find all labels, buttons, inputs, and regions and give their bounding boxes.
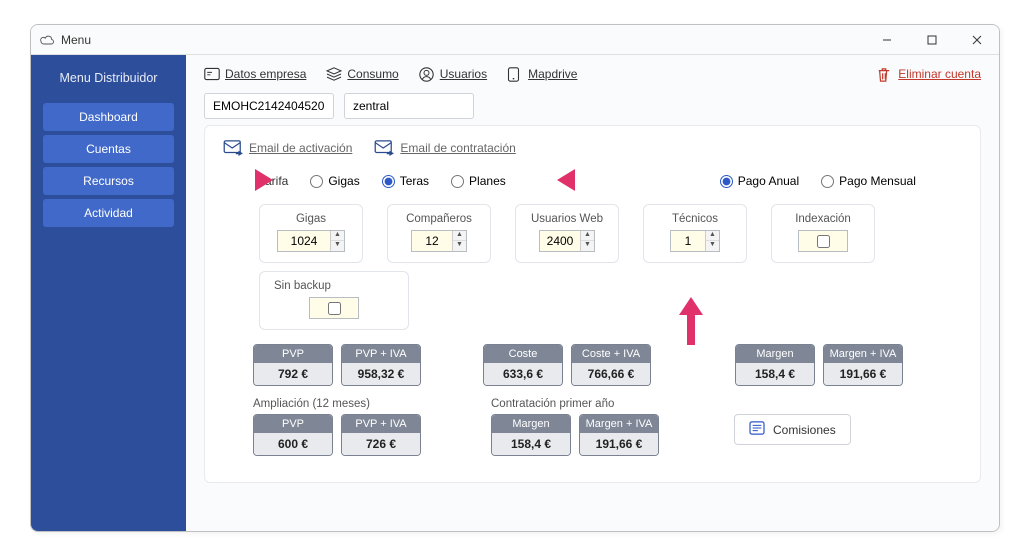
price-amp-pvp-iva: PVP + IVA726 € [341, 414, 421, 456]
nav-datos-empresa[interactable]: Datos empresa [204, 67, 306, 81]
spin-down[interactable]: ▼ [331, 241, 344, 251]
nav-usuarios[interactable]: Usuarios [419, 67, 487, 81]
cloud-icon [39, 34, 55, 46]
spin-down[interactable]: ▼ [706, 241, 719, 251]
email-activacion-link[interactable]: Email de activación [223, 140, 352, 156]
field-label: Indexación [786, 213, 860, 225]
field-indexacion: Indexación [771, 204, 875, 263]
nav-label: Eliminar cuenta [898, 67, 981, 81]
spin-up[interactable]: ▲ [331, 231, 344, 241]
delete-account-link[interactable]: Eliminar cuenta [877, 67, 981, 81]
price-coste-iva: Coste + IVA766,66 € [571, 344, 651, 386]
price-cont-margen-iva: Margen + IVA191,66 € [579, 414, 659, 456]
gigas-input[interactable] [278, 232, 330, 250]
field-label: Técnicos [658, 213, 732, 225]
window-title: Menu [61, 33, 91, 47]
app-window: Menu Menu Distribuidor Dashboard Cuentas… [30, 24, 1000, 532]
tecnicos-stepper[interactable]: ▲▼ [670, 230, 720, 252]
id-row [204, 93, 981, 119]
minimize-button[interactable] [864, 25, 909, 55]
radio-pago-mensual[interactable]: Pago Mensual [821, 174, 916, 188]
radio-planes[interactable]: Planes [451, 174, 506, 188]
indexacion-checkbox-wrap[interactable] [798, 230, 848, 252]
close-button[interactable] [954, 25, 999, 55]
spin-up[interactable]: ▲ [706, 231, 719, 241]
comisiones-button[interactable]: Comisiones [734, 414, 851, 445]
titlebar: Menu [31, 25, 999, 55]
field-sin-backup: Sin backup [259, 271, 409, 330]
sin-backup-checkbox[interactable] [328, 302, 341, 315]
link-label: Email de contratación [400, 141, 515, 155]
nav-label: Datos empresa [225, 67, 306, 81]
tarifa-label: Tarifa [259, 174, 288, 188]
field-usuarios-web: Usuarios Web ▲▼ [515, 204, 619, 263]
spin-down[interactable]: ▼ [453, 241, 466, 251]
price-cont-margen: Margen158,4 € [491, 414, 571, 456]
card-icon [204, 67, 220, 81]
main-content: Datos empresa Consumo Usuarios Mapdrive [186, 55, 999, 531]
link-label: Email de activación [249, 141, 352, 155]
field-tecnicos: Técnicos ▲▼ [643, 204, 747, 263]
price-coste: Coste633,6 € [483, 344, 563, 386]
usuarios-web-stepper[interactable]: ▲▼ [539, 230, 595, 252]
list-icon [749, 421, 765, 438]
layers-icon [326, 67, 342, 81]
indexacion-checkbox[interactable] [817, 235, 830, 248]
nav-label: Mapdrive [528, 67, 577, 81]
field-label: Sin backup [274, 280, 394, 292]
companeros-stepper[interactable]: ▲▼ [411, 230, 467, 252]
gigas-stepper[interactable]: ▲▼ [277, 230, 345, 252]
nav-label: Consumo [347, 67, 398, 81]
field-gigas: Gigas ▲▼ [259, 204, 363, 263]
window-controls [864, 25, 999, 55]
field-label: Compañeros [402, 213, 476, 225]
sidebar-item-recursos[interactable]: Recursos [43, 167, 174, 195]
field-label: Gigas [274, 213, 348, 225]
nav-consumo[interactable]: Consumo [326, 67, 398, 81]
price-pvp: PVP792 € [253, 344, 333, 386]
radio-gigas[interactable]: Gigas [310, 174, 359, 188]
price-area: PVP792 € PVP + IVA958,32 € Coste633,6 € … [253, 344, 962, 456]
tecnicos-input[interactable] [671, 232, 705, 250]
spin-up[interactable]: ▲ [581, 231, 594, 241]
device-icon [507, 67, 523, 81]
tarifa-row: Tarifa Gigas Teras Planes Pago Anual Pag… [259, 174, 962, 188]
contratacion-label: Contratación primer año [491, 398, 667, 410]
top-nav: Datos empresa Consumo Usuarios Mapdrive [204, 65, 981, 93]
price-margen-iva: Margen + IVA191,66 € [823, 344, 903, 386]
field-label: Usuarios Web [530, 213, 604, 225]
comisiones-label: Comisiones [773, 423, 836, 437]
envelope-send-icon [374, 140, 394, 156]
maximize-button[interactable] [909, 25, 954, 55]
ampliacion-label: Ampliación (12 meses) [253, 398, 429, 410]
price-pvp-iva: PVP + IVA958,32 € [341, 344, 421, 386]
companeros-input[interactable] [412, 232, 452, 250]
trash-icon [877, 67, 893, 81]
envelope-send-icon [223, 140, 243, 156]
spin-down[interactable]: ▼ [581, 241, 594, 251]
spin-up[interactable]: ▲ [453, 231, 466, 241]
nav-label: Usuarios [440, 67, 487, 81]
sidebar-title: Menu Distribuidor [31, 63, 186, 99]
price-amp-pvp: PVP600 € [253, 414, 333, 456]
user-icon [419, 67, 435, 81]
account-name-input[interactable] [344, 93, 474, 119]
field-companeros: Compañeros ▲▼ [387, 204, 491, 263]
price-margen: Margen158,4 € [735, 344, 815, 386]
radio-pago-anual[interactable]: Pago Anual [720, 174, 799, 188]
fields-row: Gigas ▲▼ Compañeros ▲▼ [259, 204, 962, 263]
sin-backup-checkbox-wrap[interactable] [309, 297, 359, 319]
sidebar: Menu Distribuidor Dashboard Cuentas Recu… [31, 55, 186, 531]
account-code-input[interactable] [204, 93, 334, 119]
email-contratacion-link[interactable]: Email de contratación [374, 140, 515, 156]
radio-teras[interactable]: Teras [382, 174, 429, 188]
card: Email de activación Email de contratació… [204, 125, 981, 483]
nav-mapdrive[interactable]: Mapdrive [507, 67, 577, 81]
sidebar-item-cuentas[interactable]: Cuentas [43, 135, 174, 163]
sidebar-item-dashboard[interactable]: Dashboard [43, 103, 174, 131]
usuarios-web-input[interactable] [540, 232, 580, 250]
sidebar-item-actividad[interactable]: Actividad [43, 199, 174, 227]
